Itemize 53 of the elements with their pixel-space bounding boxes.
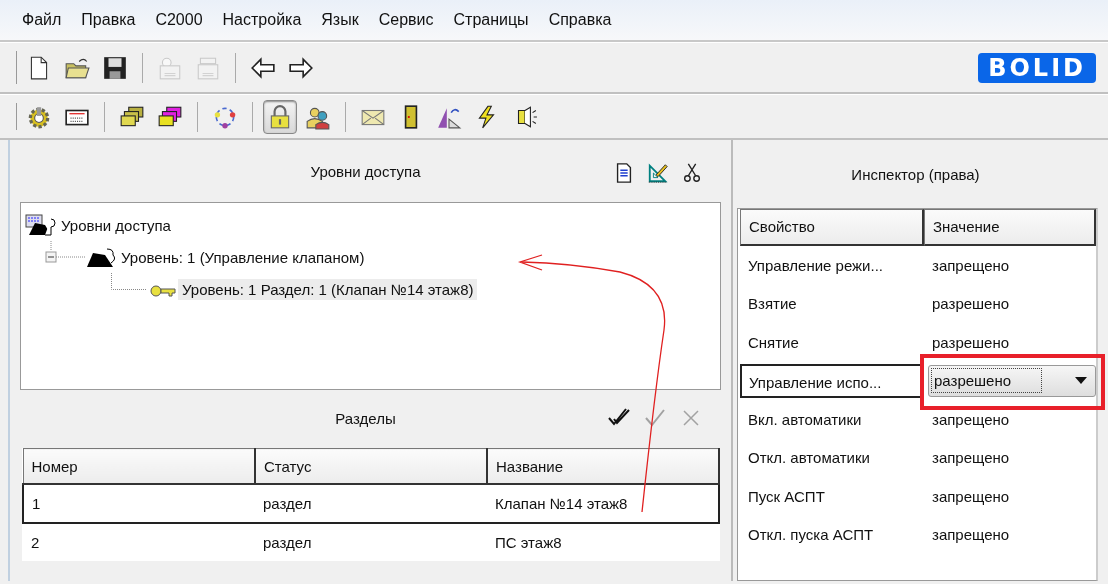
tree-item[interactable]: Уровень: 1 (Управление клапаном) — [117, 246, 369, 268]
panel-title: Уровни доступа — [310, 162, 421, 180]
menu-item[interactable]: Сервис — [368, 11, 444, 29]
menu-item[interactable]: Страницы — [443, 11, 539, 29]
property-value: запрещено — [931, 410, 1011, 428]
menu-item[interactable]: С2000 — [145, 11, 213, 29]
tree-item[interactable]: Уровень: 1 Раздел: 1 (Клапан №14 этаж8) — [178, 278, 478, 300]
access-level-icon — [85, 245, 117, 269]
ruler-pencil-icon — [647, 162, 669, 184]
property-name[interactable]: Пуск АСПТ — [740, 487, 924, 505]
panel-title: Инспектор (права) — [851, 165, 980, 183]
property-value: запрещено — [931, 487, 1011, 505]
property-name[interactable]: Снятие — [740, 333, 924, 351]
value-dropdown[interactable]: разрешено — [928, 364, 1096, 397]
property-name[interactable]: Откл. пуска АСПТ — [740, 526, 924, 544]
table-row[interactable]: 1 раздел Клапан №14 этаж8 — [23, 484, 719, 523]
property-name[interactable]: Управление режи... — [740, 256, 924, 274]
column-header[interactable]: Статус — [255, 448, 487, 484]
property-name[interactable]: Вкл. автоматики — [740, 410, 924, 428]
property-value: запрещено — [931, 256, 1011, 274]
tree-line — [111, 273, 146, 290]
table-cell: Клапан №14 этаж8 — [487, 484, 719, 523]
property-value: разрешено — [931, 295, 1011, 313]
property-name[interactable]: Откл. автоматики — [740, 449, 924, 467]
column-header[interactable]: Значение — [924, 209, 1096, 246]
table-cell: 1 — [23, 484, 255, 523]
scissors-icon — [681, 162, 703, 184]
menu-item[interactable]: Файл — [12, 11, 72, 29]
tree-item[interactable]: Уровни доступа — [57, 214, 175, 236]
table-cell: 2 — [23, 523, 255, 561]
floppy-icon — [102, 54, 128, 81]
panel-title: Разделы — [335, 409, 396, 427]
property-value: разрешено — [931, 333, 1011, 351]
table-cell: ПС этаж8 — [487, 523, 719, 561]
property-value: запрещено — [931, 526, 1011, 544]
column-header[interactable]: Свойство — [740, 209, 924, 246]
logo: BOLID — [978, 52, 1096, 83]
menu-item[interactable]: Настройка — [212, 11, 312, 29]
property-value: запрещено — [931, 449, 1011, 467]
menu-item[interactable]: Язык — [311, 11, 369, 29]
table-cell: раздел — [255, 523, 487, 561]
scissors-button[interactable] — [681, 162, 703, 184]
column-header[interactable]: Название — [487, 448, 719, 484]
tree-root-icon — [25, 213, 57, 237]
table-row[interactable]: 2 раздел ПС этаж8 — [23, 523, 719, 561]
table-cell: раздел — [255, 484, 487, 523]
dropdown-arrow-icon — [1075, 376, 1087, 385]
menu-item[interactable]: Правка — [71, 11, 146, 29]
property-name[interactable]: Взятие — [740, 295, 924, 313]
menu-item[interactable]: Справка — [538, 11, 622, 29]
ruler-pencil-button[interactable] — [647, 162, 669, 184]
padlock-button[interactable] — [263, 99, 297, 134]
column-header[interactable]: Номер — [23, 448, 255, 484]
